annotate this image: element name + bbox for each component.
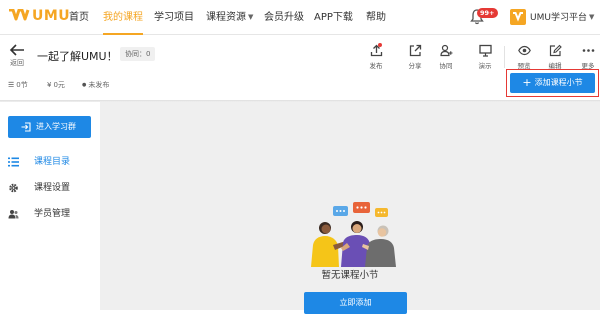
nav-my-courses[interactable]: 我的课程 — [103, 0, 143, 35]
join-learning-group-button[interactable]: 进入学习群 — [8, 116, 91, 138]
nav-course-resources-label: 课程资源 — [206, 12, 246, 23]
present-icon — [478, 44, 492, 57]
edit-button[interactable]: 编辑 — [543, 44, 567, 72]
preview-icon — [517, 45, 531, 56]
section-count-value: 0节 — [16, 81, 28, 89]
join-learning-group-label: 进入学习群 — [36, 122, 76, 131]
umu-logo[interactable]: UMU — [8, 7, 70, 29]
empty-state-message: 暂无课程小节 — [321, 270, 379, 281]
course-price: ¥0元 — [47, 79, 65, 91]
top-navigation-bar: UMU 首页 我的课程 学习项目 课程资源 ▼ 会员升级 APP下载 帮助 99+… — [0, 0, 600, 35]
empty-state-illustration — [311, 202, 396, 267]
sidebar-item-course-settings[interactable]: 课程设置 — [8, 181, 93, 195]
back-label: 返回 — [10, 59, 24, 67]
back-button[interactable]: 返回 — [7, 44, 27, 70]
collaborator-count-tag: 协同：0 — [120, 47, 156, 61]
collaborate-icon — [439, 44, 452, 57]
nav-learning-projects[interactable]: 学习项目 — [154, 0, 194, 35]
add-now-button[interactable]: 立即添加 — [304, 292, 407, 314]
plus-icon: + — [522, 76, 532, 89]
publish-label: 发布 — [369, 62, 383, 70]
chevron-down-icon: ▼ — [588, 13, 595, 21]
course-sidebar: 进入学习群 课程目录 课程设置 学员管理 — [0, 102, 100, 310]
sidebar-item-label: 课程目录 — [34, 157, 71, 167]
add-course-section-button[interactable]: + 添加课程小节 — [510, 73, 595, 93]
sidebar-item-course-catalog[interactable]: 课程目录 — [8, 155, 93, 169]
collaborate-button[interactable]: 协同 — [434, 44, 458, 72]
yen-icon: ¥ — [47, 81, 52, 89]
publish-button[interactable]: 发布 — [364, 43, 388, 72]
publish-status: ● 未发布 — [82, 79, 109, 91]
status-dot-icon: ● — [82, 82, 87, 88]
org-switcher[interactable]: UMU学习平台 ▼ — [530, 0, 594, 35]
umu-logo-icon — [9, 9, 30, 21]
nav-course-resources[interactable]: 课程资源 ▼ — [206, 0, 253, 35]
toolbar-divider — [504, 46, 505, 68]
present-label: 演示 — [478, 62, 492, 70]
collaborate-label: 协同 — [439, 62, 453, 70]
nav-app-download[interactable]: APP下载 — [314, 0, 353, 35]
share-icon — [409, 44, 421, 57]
sidebar-item-label: 学员管理 — [34, 209, 71, 219]
edit-icon — [549, 44, 562, 57]
list-icon — [8, 157, 19, 167]
section-count: ☰ 0节 — [8, 79, 28, 91]
sidebar-item-student-management[interactable]: 学员管理 — [8, 207, 93, 221]
org-name: UMU学习平台 — [530, 13, 587, 23]
more-button[interactable]: 更多 — [576, 44, 600, 72]
add-course-section-label: 添加课程小节 — [534, 78, 583, 87]
nav-membership-upgrade[interactable]: 会员升级 — [264, 0, 304, 35]
course-price-value: 0元 — [53, 81, 65, 89]
present-button[interactable]: 演示 — [473, 44, 497, 72]
users-icon — [8, 210, 19, 219]
share-label: 分享 — [408, 62, 422, 70]
list-icon: ☰ — [8, 81, 15, 89]
sidebar-item-label: 课程设置 — [34, 183, 71, 193]
arrow-left-icon — [9, 44, 24, 56]
chevron-down-icon: ▼ — [248, 13, 254, 21]
share-button[interactable]: 分享 — [403, 44, 427, 72]
org-logo-icon — [510, 9, 526, 25]
publish-indicator-dot — [378, 43, 382, 47]
course-title: 一起了解UMU！ — [37, 50, 118, 63]
preview-button[interactable]: 预览 — [512, 44, 536, 72]
enter-icon — [21, 122, 31, 132]
notification-badge: 99+ — [477, 8, 498, 18]
nav-home[interactable]: 首页 — [69, 0, 89, 35]
publish-status-value: 未发布 — [88, 81, 110, 89]
gear-icon — [9, 183, 18, 193]
nav-help[interactable]: 帮助 — [366, 0, 386, 35]
logo-text: UMU — [32, 8, 71, 24]
more-icon — [582, 49, 594, 52]
